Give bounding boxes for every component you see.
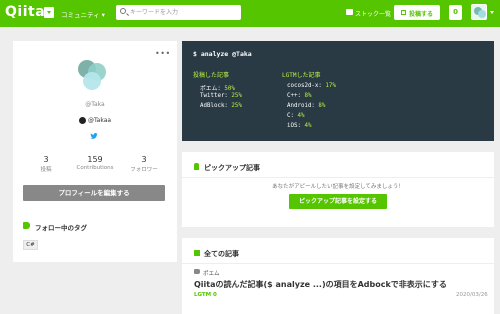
top-header: Qiita コミュニティ ▾ ストック一覧 投稿する 0 <box>0 0 500 27</box>
stat-followers[interactable]: 3 フォロワー <box>117 155 171 173</box>
list-icon <box>194 250 200 256</box>
avatar <box>78 60 108 90</box>
followed-tags-heading: フォロー中のタグ <box>35 224 87 232</box>
post-button[interactable]: 投稿する <box>394 5 440 20</box>
lgtm-heading: LGTMした記事 <box>282 72 321 79</box>
lgtm-row: iOS: 4% <box>287 123 312 129</box>
articles-title: 全ての記事 <box>204 250 239 258</box>
pencil-icon <box>401 10 406 15</box>
lgtm-row: C++: 8% <box>287 93 312 99</box>
user-handle: @Taka <box>85 101 105 108</box>
posts-heading: 投稿した記事 <box>193 72 230 79</box>
twitter-icon[interactable] <box>90 133 98 139</box>
github-icon <box>79 117 86 124</box>
tag-chip[interactable]: C# <box>23 240 38 250</box>
search-input[interactable] <box>130 7 235 18</box>
search-box[interactable] <box>116 5 241 20</box>
divider <box>182 263 494 264</box>
pickup-card: ピックアップ記事 あなたがアピールしたい記事を設定してみましょう！ ピックアップ… <box>182 152 494 227</box>
lgtm-row: Android: 8% <box>287 103 326 109</box>
divider <box>182 177 494 178</box>
logo-dropdown-icon[interactable] <box>44 7 54 18</box>
profile-card: ••• @Taka @Takaa 3 投稿 159 Contributions … <box>13 41 177 262</box>
search-icon <box>120 8 126 14</box>
chevron-down-icon[interactable] <box>490 11 494 14</box>
posts-row: Twitter: 25% <box>200 93 242 99</box>
notification-button[interactable]: 0 <box>449 5 462 20</box>
pickup-message: あなたがアピールしたい記事を設定してみましょう！ <box>272 184 404 190</box>
article-tag[interactable]: ポエム <box>203 269 220 277</box>
qiita-logo[interactable]: Qiita <box>5 4 45 20</box>
stock-list-link[interactable]: ストック一覧 <box>355 9 391 18</box>
github-link[interactable]: @Takaa <box>88 117 111 124</box>
stat-contributions[interactable]: 159 Contributions <box>68 155 122 171</box>
community-menu[interactable]: コミュニティ ▾ <box>61 9 105 19</box>
pin-icon <box>194 163 199 170</box>
lgtm-row: C: 4% <box>287 113 305 119</box>
stock-icon <box>346 9 353 15</box>
posts-row: AdBlock: 25% <box>200 103 242 109</box>
tag-icon <box>194 269 200 274</box>
lgtm-row: cocos2d-x: 17% <box>287 83 336 89</box>
post-button-label: 投稿する <box>409 11 434 18</box>
set-pickup-button[interactable]: ピックアップ記事を設定する <box>289 194 387 209</box>
terminal-command: $ analyze @Taka <box>193 50 252 58</box>
article-date: 2020/03/26 <box>456 292 488 298</box>
article-title-link[interactable]: Qiitaの読んだ記事($ analyze ...)の項目をAdbockで非表示… <box>194 279 447 290</box>
all-articles-card: 全ての記事 ポエム Qiitaの読んだ記事($ analyze ...)の項目を… <box>182 238 494 314</box>
stat-posts[interactable]: 3 投稿 <box>19 155 73 173</box>
pickup-title: ピックアップ記事 <box>204 164 260 172</box>
edit-profile-button[interactable]: プロフィールを編集する <box>23 185 165 201</box>
tag-icon <box>23 222 30 229</box>
header-avatar[interactable] <box>471 4 487 20</box>
posts-row: ポエム: 50% <box>200 86 235 92</box>
more-options-icon[interactable]: ••• <box>155 49 171 58</box>
analyze-terminal: $ analyze @Taka 投稿した記事 LGTMした記事 ポエム: 50%… <box>182 41 494 141</box>
article-lgtm-count: LGTM 0 <box>194 292 217 298</box>
